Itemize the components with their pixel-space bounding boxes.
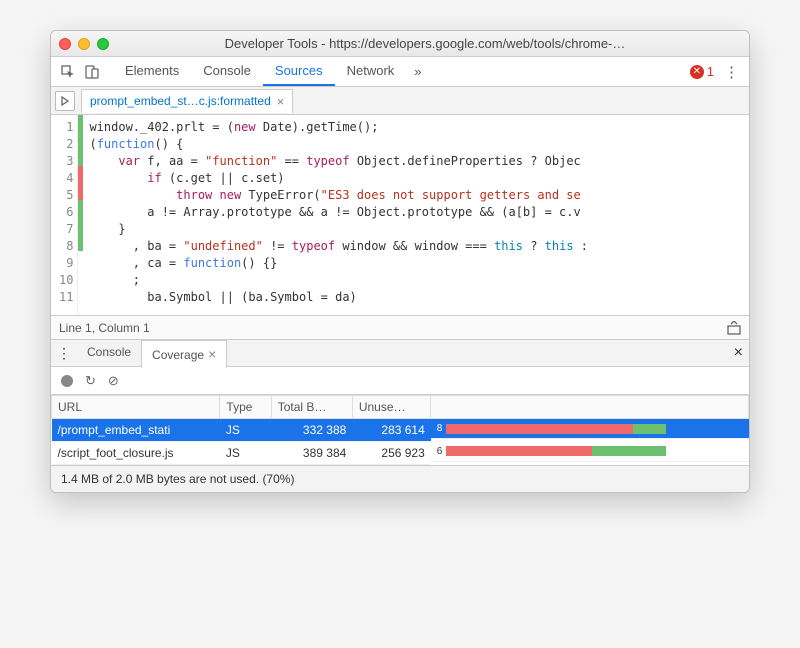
line-number: 2: [59, 136, 73, 153]
coverage-table: URLTypeTotal B…Unuse… /prompt_embed_stat…: [51, 395, 749, 465]
line-number: 6: [59, 204, 73, 221]
column-header[interactable]: URL: [52, 396, 220, 419]
main-toolbar: ElementsConsoleSourcesNetwork » ✕ 1 ⋮: [51, 57, 749, 87]
line-number: 5: [59, 187, 73, 204]
cell-bar: 8: [431, 419, 749, 439]
cell-type: JS: [220, 442, 271, 465]
error-icon: ✕: [690, 65, 704, 79]
editor-statusbar: Line 1, Column 1: [51, 315, 749, 339]
coverage-row[interactable]: /prompt_embed_statiJS332 388283 614 8: [52, 419, 749, 442]
code-line[interactable]: , ba = "undefined" != typeof window && w…: [89, 238, 588, 255]
line-number: 4: [59, 170, 73, 187]
devtools-window: Developer Tools - https://developers.goo…: [50, 30, 750, 493]
column-header[interactable]: Type: [220, 396, 271, 419]
device-icon[interactable]: [81, 61, 103, 83]
code-line[interactable]: }: [89, 221, 588, 238]
line-number: 3: [59, 153, 73, 170]
line-number: 8: [59, 238, 73, 255]
panel-tab-sources[interactable]: Sources: [263, 57, 335, 86]
line-number: 1: [59, 119, 73, 136]
code-line[interactable]: throw new TypeError("ES3 does not suppor…: [89, 187, 588, 204]
close-drawer-tab-icon[interactable]: ×: [208, 346, 216, 362]
coverage-row[interactable]: /script_foot_closure.jsJS389 384256 923 …: [52, 442, 749, 465]
drawer-tabs: ⋮ ConsoleCoverage× ×: [51, 339, 749, 367]
titlebar: Developer Tools - https://developers.goo…: [51, 31, 749, 57]
column-header[interactable]: Total B…: [271, 396, 352, 419]
code-line[interactable]: window._402.prlt = (new Date).getTime();: [89, 119, 588, 136]
drawer-tab-coverage[interactable]: Coverage×: [141, 340, 227, 368]
panel-tabs: ElementsConsoleSourcesNetwork: [113, 57, 406, 86]
cell-bar: 6: [431, 442, 749, 462]
cell-unused: 283 614: [352, 419, 430, 442]
code-line[interactable]: var f, aa = "function" == typeof Object.…: [89, 153, 588, 170]
cell-unused: 256 923: [352, 442, 430, 465]
file-tab-bar: prompt_embed_st…c.js:formatted ×: [51, 87, 749, 115]
panel-tab-console[interactable]: Console: [191, 57, 263, 86]
inspect-icon[interactable]: [57, 61, 79, 83]
more-panels-icon[interactable]: »: [406, 64, 429, 79]
close-file-tab-icon[interactable]: ×: [277, 94, 285, 109]
code-line[interactable]: , ca = function() {}: [89, 255, 588, 272]
reload-icon[interactable]: ↻: [85, 373, 96, 389]
drawer-menu-icon[interactable]: ⋮: [57, 345, 77, 362]
cell-type: JS: [220, 419, 271, 442]
drawer-tab-console[interactable]: Console: [77, 340, 141, 367]
cell-total: 389 384: [271, 442, 352, 465]
cell-total: 332 388: [271, 419, 352, 442]
window-controls: [59, 38, 109, 50]
minimize-window-button[interactable]: [78, 38, 90, 50]
coverage-summary: 1.4 MB of 2.0 MB bytes are not used. (70…: [51, 465, 749, 492]
window-title: Developer Tools - https://developers.goo…: [109, 36, 741, 51]
kebab-menu-icon[interactable]: ⋮: [724, 63, 739, 81]
close-drawer-icon[interactable]: ×: [734, 344, 743, 362]
line-number: 9: [59, 255, 73, 272]
column-header[interactable]: Unuse…: [352, 396, 430, 419]
panel-tab-network[interactable]: Network: [335, 57, 407, 86]
column-header-bar: [431, 396, 749, 419]
file-tab[interactable]: prompt_embed_st…c.js:formatted ×: [81, 89, 293, 113]
code-editor[interactable]: 1234567891011 window._402.prlt = (new Da…: [51, 115, 749, 315]
line-number-gutter: 1234567891011: [51, 115, 78, 315]
code-line[interactable]: if (c.get || c.set): [89, 170, 588, 187]
code-line[interactable]: a != Array.prototype && a != Object.prot…: [89, 204, 588, 221]
line-number: 11: [59, 289, 73, 306]
clear-icon[interactable]: ⊘: [108, 373, 119, 389]
cell-url: /prompt_embed_stati: [52, 419, 220, 442]
code-content[interactable]: window._402.prlt = (new Date).getTime();…: [83, 115, 594, 315]
line-number: 10: [59, 272, 73, 289]
cell-url: /script_foot_closure.js: [52, 442, 220, 465]
code-line[interactable]: ;: [89, 272, 588, 289]
record-button[interactable]: [61, 375, 73, 387]
code-line[interactable]: (function() {: [89, 136, 588, 153]
file-tab-label: prompt_embed_st…c.js:formatted: [90, 94, 271, 108]
cursor-position: Line 1, Column 1: [59, 321, 150, 335]
error-count: 1: [707, 64, 714, 79]
coverage-toolbar: ↻ ⊘: [51, 367, 749, 395]
navigator-toggle-icon[interactable]: [55, 91, 75, 111]
error-badge[interactable]: ✕ 1: [690, 64, 714, 79]
close-window-button[interactable]: [59, 38, 71, 50]
maximize-window-button[interactable]: [97, 38, 109, 50]
show-drawer-icon[interactable]: [727, 321, 741, 335]
line-number: 7: [59, 221, 73, 238]
panel-tab-elements[interactable]: Elements: [113, 57, 191, 86]
code-line[interactable]: ba.Symbol || (ba.Symbol = da): [89, 289, 588, 306]
